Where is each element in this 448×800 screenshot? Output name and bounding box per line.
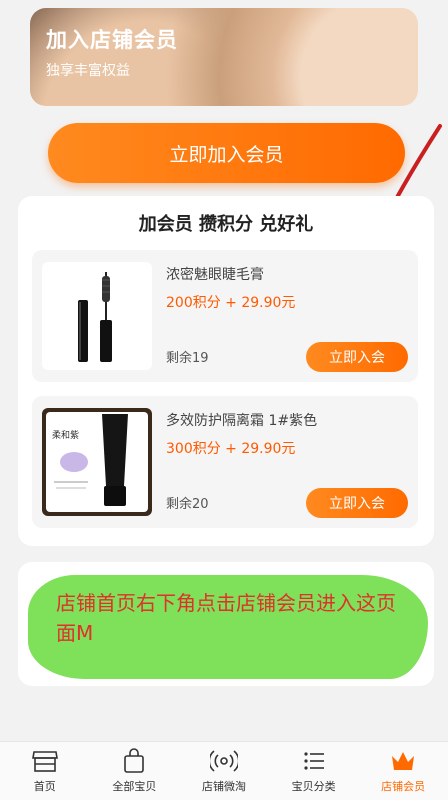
reward-item[interactable]: 柔和紫 多效防护隔离霜 1#紫色 300积分 + 29.90元 剩余20 立即入… [32,396,418,528]
tab-all-items[interactable]: 全部宝贝 [90,742,180,800]
list-icon [303,752,324,770]
shopping-bag-icon [124,748,145,773]
rewards-title: 加会员 攒积分 兑好礼 [138,214,314,235]
tab-label: 店铺会员 [381,780,426,793]
item-remaining: 剩余20 [166,497,209,512]
broadcast-icon [209,750,238,772]
tab-label: 首页 [33,780,56,793]
tab-label: 宝贝分类 [291,780,336,793]
tab-store-feed[interactable]: 店铺微淘 [179,742,269,800]
join-now-button[interactable]: 立即入会 [306,488,408,518]
tab-store-member[interactable]: 店铺会员 [358,742,448,800]
item-price: 300积分 + 29.90元 [166,441,296,457]
primer-image: 柔和紫 [42,408,152,516]
reward-item[interactable]: 浓密魅眼睫毛膏 200积分 + 29.90元 剩余19 立即入会 [32,250,418,382]
join-now-button[interactable]: 立即入会 [306,342,408,372]
tab-home[interactable]: 首页 [0,742,90,800]
annotation-text: 店铺首页右下角点击店铺会员进入这页面M [56,591,396,645]
mascara-image [42,262,152,370]
tab-label: 店铺微淘 [201,780,246,793]
item-name: 浓密魅眼睫毛膏 [166,267,264,283]
tab-categories[interactable]: 宝贝分类 [269,742,359,800]
primer-tube-icon [54,414,128,506]
banner-subtitle: 独享丰富权益 [46,63,130,79]
mascara-icon [78,272,112,362]
item-remaining: 剩余19 [166,351,209,366]
item-price: 200积分 + 29.90元 [166,295,296,311]
store-icon [31,751,58,772]
banner-title: 加入店铺会员 [46,28,178,52]
bottom-tab-bar: 首页 全部宝贝 店铺微淘 宝贝分类 店铺会员 [0,741,448,800]
item-name: 多效防护隔离霜 1#紫色 [166,413,318,429]
member-banner: 加入店铺会员 独享丰富权益 [30,8,418,106]
crown-icon [392,752,415,770]
tab-label: 全部宝贝 [112,780,157,793]
rewards-card: 加会员 攒积分 兑好礼 浓密魅眼睫毛膏 200积分 + 29.90元 剩余19 … [18,196,434,546]
